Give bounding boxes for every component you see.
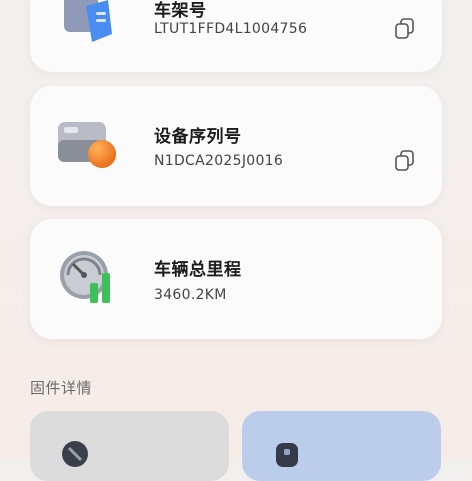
copy-icon[interactable] <box>392 16 418 42</box>
device-icon <box>56 112 124 180</box>
firmware-tile[interactable] <box>30 411 229 481</box>
vin-value: LTUT1FFD4L1004756 <box>154 21 308 37</box>
vin-card: 车架号 LTUT1FFD4L1004756 <box>30 0 442 72</box>
mileage-card: 车辆总里程 3460.2KM <box>30 219 442 339</box>
document-icon <box>56 0 124 60</box>
copy-icon[interactable] <box>392 148 418 174</box>
firmware-section-title: 固件详情 <box>30 379 93 397</box>
vin-title: 车架号 <box>154 1 207 21</box>
chip-tile[interactable] <box>242 411 441 481</box>
firmware-icon <box>60 439 90 469</box>
serial-value: N1DCA2025J0016 <box>154 153 284 169</box>
gauge-icon <box>56 245 124 313</box>
chip-icon <box>272 439 302 469</box>
mileage-value: 3460.2KM <box>154 287 227 303</box>
serial-title: 设备序列号 <box>154 127 242 147</box>
serial-card: 设备序列号 N1DCA2025J0016 <box>30 86 442 206</box>
mileage-title: 车辆总里程 <box>154 260 242 280</box>
